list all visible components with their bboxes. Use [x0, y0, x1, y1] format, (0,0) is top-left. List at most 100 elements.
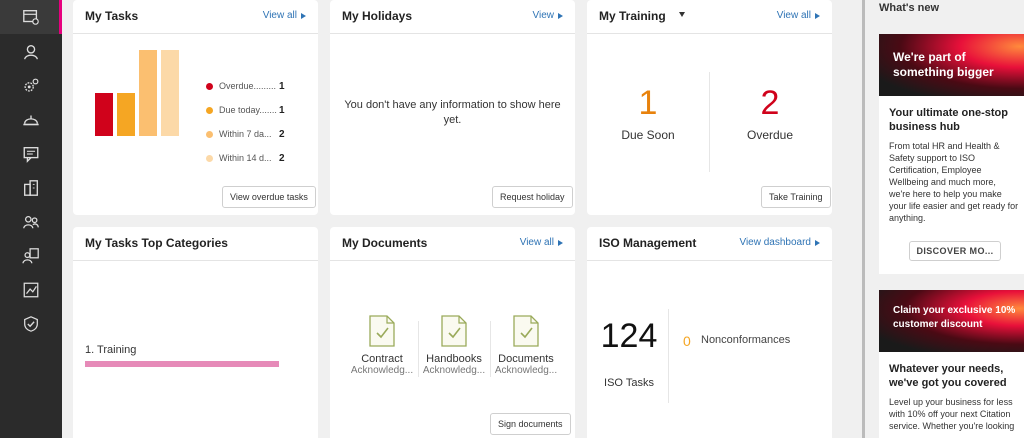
legend-item[interactable]: Within 7 da... 2: [206, 127, 285, 141]
legend-value: 1: [279, 104, 285, 116]
category-label: 1. Training: [85, 344, 137, 356]
whats-new-panel: What's new We're part of something bigge…: [862, 0, 1024, 438]
hard-hat-icon: [23, 115, 39, 126]
person-icon: [24, 45, 38, 60]
people-icon: [23, 215, 39, 229]
my-training-card: My Training View all 1 Due Soon 2 Overdu…: [587, 0, 832, 215]
my-holidays-card: My Holidays View You don't have any info…: [330, 0, 575, 215]
legend-dot: [206, 154, 213, 162]
card-title: My Tasks Top Categories: [85, 236, 228, 250]
promo-card[interactable]: Claim your exclusive 10% customer discou…: [879, 290, 1024, 438]
promo-banner: We're part of something bigger: [879, 34, 1024, 96]
divider: [668, 309, 669, 403]
promo-banner-text: We're part of something bigger: [893, 50, 994, 79]
divider: [709, 72, 710, 172]
nav-people[interactable]: [0, 35, 62, 69]
request-holiday-button[interactable]: Request holiday: [492, 186, 573, 208]
doc-name: Handbooks: [426, 353, 482, 365]
discover-more-button[interactable]: DISCOVER MO...: [909, 241, 1001, 261]
card-header: My Tasks Top Categories: [73, 227, 318, 261]
nav-compliance[interactable]: [0, 307, 62, 341]
nav-settings[interactable]: [0, 69, 62, 103]
legend-label: Within 7 da...: [219, 129, 272, 139]
task-bar-within-7-days[interactable]: [139, 50, 157, 136]
legend-item[interactable]: Overdue......... 1: [206, 79, 285, 93]
iso-management-card: ISO Management View dashboard 124 ISO Ta…: [587, 227, 832, 438]
empty-state-message: You don't have any information to show h…: [344, 99, 561, 126]
card-title: My Holidays: [342, 9, 413, 23]
my-documents-card: My Documents View all Contract Acknowled…: [330, 227, 575, 438]
legend-value: 2: [279, 152, 285, 164]
nav-employees[interactable]: [0, 205, 62, 239]
promo-body: Level up your business for less with 10%…: [889, 397, 1015, 431]
shield-check-icon: [24, 316, 38, 332]
team-icon: [22, 248, 39, 264]
link-label: View all: [776, 10, 811, 21]
task-bar-overdue[interactable]: [95, 93, 113, 136]
link-label: View: [532, 10, 555, 21]
doc-status: Acknowledg...: [350, 365, 414, 376]
arrow-right-icon: [558, 12, 563, 19]
promo-card[interactable]: We're part of something bigger Your ulti…: [879, 34, 1024, 274]
promo-body: From total HR and Health & Safety suppor…: [889, 141, 1019, 223]
chevron-down-icon[interactable]: [679, 12, 685, 17]
view-all-training-link[interactable]: View all: [777, 10, 820, 21]
arrow-right-icon: [815, 12, 820, 19]
overdue-label: Overdue: [746, 128, 794, 142]
view-all-tasks-link[interactable]: View all: [263, 10, 306, 21]
iso-tasks-count[interactable]: 124: [591, 317, 667, 356]
overdue-count[interactable]: 2: [729, 84, 811, 123]
nonconformances-label: Nonconformances: [701, 334, 791, 346]
link-label: View dashboard: [739, 237, 811, 248]
document-check-icon: [369, 315, 395, 347]
doc-contract[interactable]: Contract Acknowledg...: [346, 315, 418, 376]
card-title: My Training: [599, 9, 666, 23]
sign-documents-button[interactable]: Sign documents: [490, 413, 571, 435]
nav-dashboard[interactable]: [0, 0, 62, 34]
doc-status: Acknowledg...: [422, 365, 486, 376]
promo-banner: Claim your exclusive 10% customer discou…: [879, 290, 1024, 352]
legend-label: Overdue.........: [219, 81, 277, 91]
doc-documents[interactable]: Documents Acknowledg...: [490, 315, 562, 376]
document-check-icon: [441, 315, 467, 347]
nonconformances-count[interactable]: 0: [683, 333, 691, 349]
trend-chart-icon: [23, 282, 39, 298]
legend-dot: [206, 106, 213, 114]
doc-handbooks[interactable]: Handbooks Acknowledg...: [418, 315, 490, 376]
task-bar-due-today[interactable]: [117, 93, 135, 136]
side-nav: [0, 0, 62, 438]
due-soon-count[interactable]: 1: [607, 84, 689, 123]
card-header: My Holidays View: [330, 0, 575, 34]
legend-item[interactable]: Due today....... 1: [206, 103, 285, 117]
whats-new-title: What's new: [879, 2, 940, 14]
card-header: My Training View all: [587, 0, 832, 34]
legend-item[interactable]: Within 14 d... 2: [206, 151, 285, 165]
doc-name: Documents: [498, 353, 554, 365]
card-header: My Documents View all: [330, 227, 575, 261]
take-training-button[interactable]: Take Training: [761, 186, 831, 208]
category-bar: [85, 361, 279, 367]
view-holidays-link[interactable]: View: [532, 10, 563, 21]
view-dashboard-link[interactable]: View dashboard: [739, 237, 820, 248]
iso-tasks-label: ISO Tasks: [604, 377, 654, 389]
arrow-right-icon: [301, 12, 306, 19]
card-title: My Documents: [342, 236, 428, 250]
arrow-right-icon: [558, 239, 563, 246]
card-header: My Tasks View all: [73, 0, 318, 34]
due-soon-label: Due Soon: [621, 128, 675, 142]
nav-health-safety[interactable]: [0, 103, 62, 137]
legend-label: Within 14 d...: [219, 153, 272, 163]
task-bar-within-14-days[interactable]: [161, 50, 179, 136]
card-header: ISO Management View dashboard: [587, 227, 832, 261]
nav-messages[interactable]: [0, 137, 62, 171]
top-categories-card: My Tasks Top Categories 1. Training: [73, 227, 318, 438]
view-all-documents-link[interactable]: View all: [520, 237, 563, 248]
legend-value: 2: [279, 128, 285, 140]
buildings-icon: [24, 180, 38, 196]
nav-organisation[interactable]: [0, 171, 62, 205]
nav-reports[interactable]: [0, 273, 62, 307]
message-icon: [23, 147, 39, 163]
nav-team[interactable]: [0, 239, 62, 273]
legend-value: 1: [279, 80, 285, 92]
view-overdue-tasks-button[interactable]: View overdue tasks: [222, 186, 316, 208]
